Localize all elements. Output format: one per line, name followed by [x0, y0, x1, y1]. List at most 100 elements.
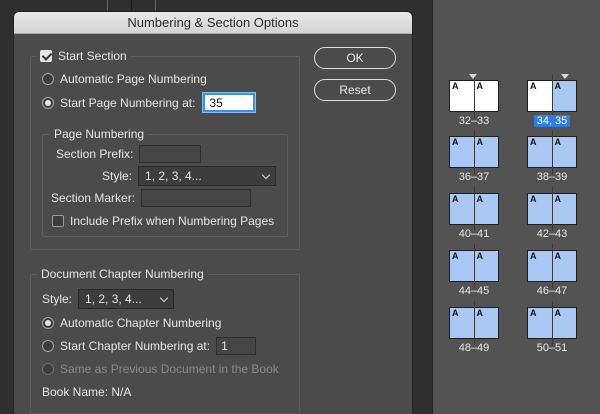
start-page-number-input[interactable] [203, 93, 256, 112]
master-prefix-label: A [476, 194, 484, 204]
master-prefix-label: A [530, 251, 537, 261]
spread-page-label: 36–37 [458, 171, 490, 183]
master-prefix-label: A [554, 251, 562, 261]
spread-page-label: 32–33 [458, 115, 490, 127]
spread-page-label: 34, 35 [522, 115, 582, 127]
dialog-title: Numbering & Section Options [14, 12, 412, 34]
spread-page-label: 38–39 [536, 171, 568, 183]
auto-chapter-numbering-radio[interactable] [42, 317, 54, 329]
spread-page-label: 48–49 [458, 342, 490, 354]
ok-button[interactable]: OK [314, 47, 396, 69]
spread-page-label: 50–51 [536, 342, 568, 354]
spread-spine [552, 187, 553, 231]
page-thumbnail[interactable]: A [473, 308, 498, 338]
page-thumbnail[interactable]: A [450, 308, 474, 338]
page-thumbnail[interactable]: A [528, 308, 552, 338]
master-prefix-label: A [476, 137, 484, 147]
start-chapter-numbering-label: Start Chapter Numbering at: [60, 339, 211, 353]
master-prefix-label: A [476, 308, 484, 318]
master-prefix-label: A [530, 137, 537, 147]
page-thumbnail[interactable]: A [551, 194, 576, 224]
reset-button[interactable]: Reset [314, 79, 396, 101]
chevron-down-icon [261, 170, 271, 179]
page-thumbnail[interactable]: A [528, 251, 552, 281]
same-as-previous-radio [42, 363, 54, 375]
chapter-style-value: 1, 2, 3, 4... [85, 292, 142, 306]
chapter-style-row: Style: 1, 2, 3, 4... [42, 289, 175, 309]
auto-page-numbering-radio[interactable] [42, 73, 54, 85]
start-chapter-numbering-radio[interactable] [42, 340, 54, 352]
spread-page-label: 44–45 [458, 285, 490, 297]
spread-page-label: 42–43 [536, 228, 568, 240]
master-prefix-label: A [452, 194, 459, 204]
page-thumbnail[interactable]: A [473, 81, 498, 111]
start-page-numbering-option[interactable]: Start Page Numbering at: [42, 93, 256, 112]
master-prefix-label: A [452, 137, 459, 147]
master-prefix-label: A [554, 308, 562, 318]
chapter-style-select[interactable]: 1, 2, 3, 4... [78, 289, 175, 309]
section-start-marker-icon [469, 74, 477, 79]
chapter-style-label: Style: [42, 292, 73, 306]
spread-spine [474, 130, 475, 174]
start-section-checkbox[interactable] [40, 50, 52, 62]
master-prefix-label: A [554, 194, 562, 204]
master-prefix-label: A [530, 194, 537, 204]
page-thumbnail[interactable]: A [473, 137, 498, 167]
page-thumbnail[interactable]: A [551, 81, 576, 111]
master-prefix-label: A [476, 81, 484, 91]
page-style-select[interactable]: 1, 2, 3, 4... [138, 166, 277, 186]
master-prefix-label: A [554, 137, 562, 147]
auto-chapter-numbering-option[interactable]: Automatic Chapter Numbering [42, 316, 221, 330]
page-thumbnail[interactable]: A [528, 81, 552, 111]
page-thumbnail[interactable]: A [551, 137, 576, 167]
section-marker-row: Section Marker: [51, 189, 252, 207]
page-style-value: 1, 2, 3, 4... [145, 169, 202, 183]
book-name-row: Book Name: N/A [42, 385, 131, 399]
section-marker-input[interactable] [141, 189, 252, 207]
start-page-numbering-radio[interactable] [42, 96, 54, 109]
chevron-down-icon [159, 293, 169, 302]
start-section-checkbox-row[interactable]: Start Section [36, 49, 131, 63]
section-marker-label: Section Marker: [51, 191, 136, 205]
page-thumbnail[interactable]: A [473, 251, 498, 281]
spread-spine [552, 244, 553, 288]
spread-spine [474, 244, 475, 288]
auto-page-numbering-option[interactable]: Automatic Page Numbering [42, 72, 207, 86]
section-prefix-row: Section Prefix: [56, 145, 202, 163]
page-thumbnail[interactable]: A [450, 81, 474, 111]
include-prefix-label: Include Prefix when Numbering Pages [70, 214, 275, 228]
numbering-section-options-dialog: Numbering & Section Options Start Sectio… [14, 12, 412, 414]
page-thumbnail[interactable]: A [528, 194, 552, 224]
auto-page-numbering-label: Automatic Page Numbering [60, 72, 207, 86]
start-chapter-numbering-option[interactable]: Start Chapter Numbering at: [42, 337, 257, 355]
master-prefix-label: A [530, 81, 537, 91]
spread-spine [474, 187, 475, 231]
book-name-label: Book Name: N/A [42, 385, 132, 399]
section-prefix-input[interactable] [139, 145, 202, 163]
section-prefix-label: Section Prefix: [56, 147, 134, 161]
spread-spine [552, 74, 553, 118]
page-thumbnail[interactable]: A [450, 137, 474, 167]
start-section-label: Start Section [58, 49, 127, 63]
page-thumbnail[interactable]: A [450, 251, 474, 281]
include-prefix-checkbox[interactable] [52, 215, 64, 227]
master-prefix-label: A [554, 81, 562, 91]
page-style-label: Style: [102, 169, 133, 183]
section-start-marker-icon [561, 74, 569, 79]
spread-page-label: 40–41 [458, 228, 490, 240]
page-thumbnail[interactable]: A [551, 251, 576, 281]
master-prefix-label: A [452, 81, 459, 91]
spread-spine [474, 301, 475, 345]
page-thumbnail[interactable]: A [450, 194, 474, 224]
auto-chapter-numbering-label: Automatic Chapter Numbering [60, 316, 222, 330]
chapter-numbering-legend: Document Chapter Numbering [37, 267, 208, 281]
master-prefix-label: A [452, 251, 459, 261]
include-prefix-option[interactable]: Include Prefix when Numbering Pages [52, 214, 274, 228]
same-as-previous-label: Same as Previous Document in the Book [60, 362, 279, 376]
same-as-previous-option: Same as Previous Document in the Book [42, 362, 279, 376]
page-thumbnail[interactable]: A [551, 308, 576, 338]
page-thumbnail[interactable]: A [528, 137, 552, 167]
start-chapter-number-input[interactable] [216, 337, 257, 355]
spread-spine [552, 301, 553, 345]
page-thumbnail[interactable]: A [473, 194, 498, 224]
